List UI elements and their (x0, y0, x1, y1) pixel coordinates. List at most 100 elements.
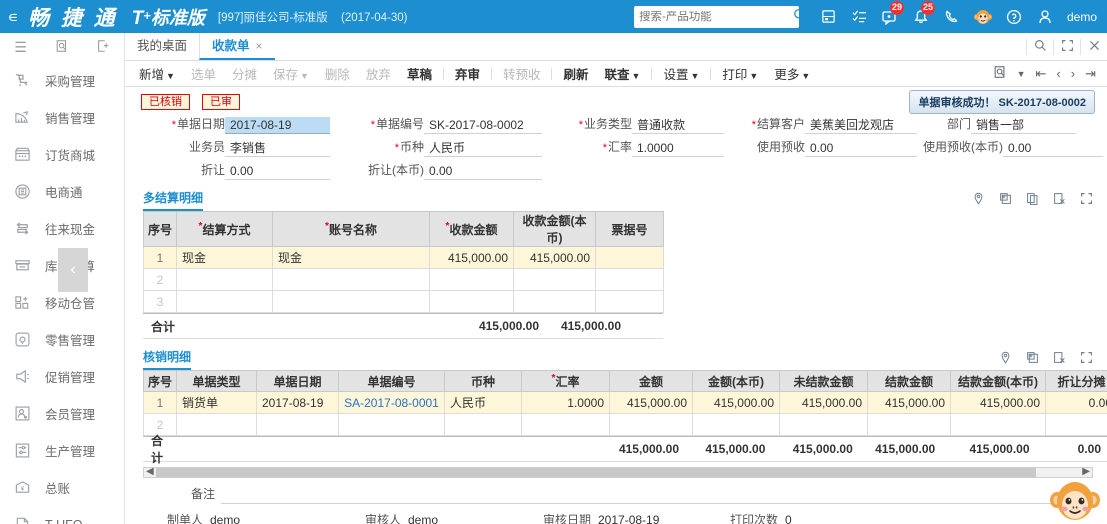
sidebar-item-retail[interactable]: 零售管理 (0, 321, 124, 358)
cell-amount[interactable] (429, 268, 514, 291)
scroll-right-icon[interactable]: ▶ (1082, 466, 1090, 477)
field-business-type[interactable]: *业务类型 普通收款 (550, 115, 733, 134)
audit-date-value[interactable]: 2017-08-19 (595, 513, 702, 524)
cell-doc-type[interactable] (176, 413, 257, 436)
toolbar-button-unaudit[interactable]: 弃审 (447, 64, 488, 83)
column-header[interactable]: 折让分摊 (1045, 370, 1107, 392)
field-doc-date[interactable]: *单据日期 2017-08-19 (133, 115, 338, 134)
cell-settled-amount[interactable]: 415,000.00 (867, 391, 951, 414)
maximize-icon[interactable] (1053, 38, 1080, 55)
cell-settled-amount[interactable] (867, 413, 951, 436)
maker-value[interactable]: demo (207, 513, 307, 524)
cell-account-name[interactable] (272, 290, 430, 313)
horizontal-scrollbar[interactable]: ◀ ▶ (143, 466, 1093, 478)
column-header[interactable]: 金额(本币) (692, 370, 780, 392)
close-icon[interactable]: × (256, 39, 263, 53)
global-search-box[interactable] (633, 5, 806, 28)
delete-row-icon[interactable] (1053, 192, 1066, 208)
field-exchange-rate[interactable]: *汇率 1.0000 (550, 138, 733, 157)
toolbar-button-more[interactable]: 更多 ▼ (766, 64, 818, 83)
copy-row-icon[interactable] (1026, 192, 1039, 208)
add-row-icon[interactable] (1026, 351, 1039, 367)
assistant-monkey-icon[interactable] (1049, 478, 1101, 524)
cell-amount[interactable]: 415,000.00 (429, 246, 514, 269)
add-row-icon[interactable] (999, 192, 1012, 208)
column-header[interactable]: 结款金额 (867, 370, 951, 392)
message-icon[interactable]: 29 (875, 0, 906, 30)
sidebar-item-member[interactable]: 会员管理 (0, 395, 124, 432)
fullscreen-icon[interactable] (1080, 351, 1093, 367)
user-icon[interactable] (1030, 4, 1061, 30)
table-row[interactable]: 2 (143, 268, 664, 291)
column-header[interactable]: 收款金额(本币) (513, 211, 596, 247)
sidebar-item-tufo[interactable]: UFO T-UFO (0, 506, 124, 524)
toolbar-button-delete[interactable]: 删除 (317, 64, 358, 83)
cell-settled-amount-local[interactable] (950, 413, 1046, 436)
toolbar-button-add[interactable]: 新增 ▼ (131, 64, 183, 83)
sidebar-item-promotion[interactable]: 促销管理 (0, 358, 124, 395)
field-value[interactable]: SK-2017-08-0002 (424, 117, 542, 134)
tab-my-desktop[interactable]: 我的桌面 (125, 33, 199, 60)
cell-settlement-method[interactable] (176, 268, 273, 291)
doc-no-link[interactable]: SA-2017-08-0001 (344, 396, 439, 410)
toolbar-button-refresh[interactable]: 刷新 (555, 64, 596, 83)
sidebar-item-ecommerce[interactable]: 电商通 (0, 173, 124, 210)
cell-settlement-method[interactable] (176, 290, 273, 313)
cell-amount-local[interactable] (513, 290, 596, 313)
field-discount-local[interactable]: 折让(本币) 0.00 (338, 161, 550, 180)
cell-discount-alloc[interactable]: 0.00 (1045, 391, 1107, 414)
cell-doc-no[interactable] (338, 413, 445, 436)
column-header[interactable]: 序号 (143, 370, 177, 392)
help-icon[interactable] (999, 4, 1030, 30)
cell-bill-no[interactable] (595, 290, 664, 313)
cell-amount-local[interactable] (692, 413, 780, 436)
field-value[interactable]: 0.00 (805, 140, 917, 157)
cell-doc-date[interactable] (256, 413, 339, 436)
cell-account-name[interactable]: 现金 (272, 246, 430, 269)
cell-bill-no[interactable] (595, 246, 664, 269)
search-doc-icon[interactable] (988, 65, 1012, 82)
location-icon[interactable] (999, 351, 1012, 367)
search-icon[interactable] (793, 8, 807, 25)
field-value[interactable]: 2017-08-19 (225, 117, 330, 134)
cell-bill-no[interactable] (595, 268, 664, 291)
cell-amount-local[interactable] (513, 268, 596, 291)
scrollbar-thumb[interactable] (156, 468, 1036, 477)
field-doc-no[interactable]: *单据编号 SK-2017-08-0002 (338, 115, 550, 134)
cell-settlement-method[interactable]: 现金 (176, 246, 273, 269)
toolbar-button-discard[interactable]: 放弃 (358, 64, 399, 83)
search-icon[interactable] (1026, 38, 1053, 55)
field-value[interactable]: 人民币 (424, 140, 542, 157)
cell-discount-alloc[interactable] (1045, 413, 1107, 436)
save-icon[interactable] (813, 4, 844, 30)
field-use-prepayment-local[interactable]: 使用预收(本币) 0.00 (923, 138, 1103, 157)
field-department[interactable]: 部门 销售一部 (923, 115, 1083, 134)
chevron-down-icon[interactable]: ▼ (1012, 69, 1031, 79)
sidebar-item-order-mall[interactable]: 订货商城 (0, 136, 124, 173)
table-row[interactable]: 2 (143, 413, 1107, 436)
cell-unsettled-amount[interactable] (779, 413, 868, 436)
column-header[interactable]: 结款金额(本币) (950, 370, 1046, 392)
cell-currency[interactable]: 人民币 (444, 391, 522, 414)
next-page-icon[interactable]: › (1066, 66, 1080, 81)
field-value[interactable]: 0.00 (225, 163, 330, 180)
column-header[interactable]: 币种 (444, 370, 522, 392)
toolbar-button-linked-query[interactable]: 联查 ▼ (597, 64, 649, 83)
field-value[interactable]: 销售一部 (971, 117, 1076, 134)
cell-rate[interactable] (521, 413, 610, 436)
column-header[interactable]: 序号 (143, 211, 177, 247)
table-row[interactable]: 1 现金 现金 415,000.00 415,000.00 (143, 246, 664, 269)
sidebar-new-window-icon[interactable] (82, 39, 123, 56)
sidebar-item-purchase[interactable]: 采购管理 (0, 62, 124, 99)
cell-amount-local[interactable]: 415,000.00 (692, 391, 780, 414)
cell-unsettled-amount[interactable]: 415,000.00 (779, 391, 868, 414)
field-discount[interactable]: 折让 0.00 (133, 161, 338, 180)
field-use-prepayment[interactable]: 使用预收 0.00 (733, 138, 923, 157)
sidebar-collapse-button[interactable]: ‹ (58, 248, 88, 292)
column-header[interactable]: 票据号 (595, 211, 664, 247)
sidebar-hamburger-icon[interactable]: ☰ (0, 39, 41, 56)
cell-rate[interactable]: 1.0000 (521, 391, 610, 414)
field-salesman[interactable]: 业务员 李销售 (133, 138, 338, 157)
sidebar-item-ledger[interactable]: ¥ 总账 (0, 469, 124, 506)
toolbar-button-draft[interactable]: 草稿 (399, 64, 440, 83)
